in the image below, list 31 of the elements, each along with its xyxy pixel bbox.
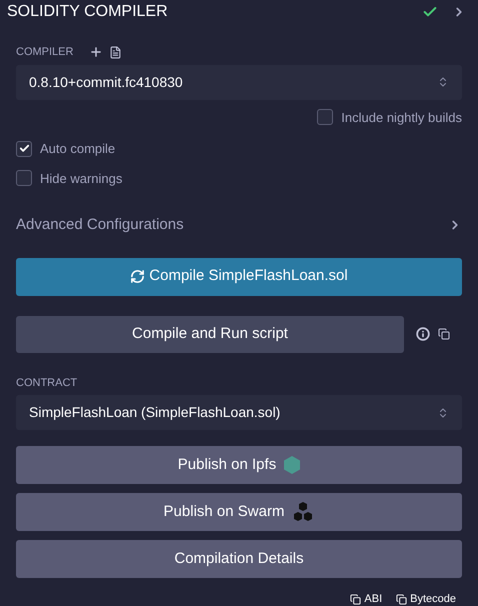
publish-button[interactable]: Compilation Details [16, 540, 462, 578]
copy-icon [350, 594, 362, 605]
publish-button[interactable]: Publish on Swarm [16, 493, 462, 531]
checkbox[interactable] [317, 109, 334, 126]
document-icon[interactable] [109, 46, 122, 59]
panel-title: SOLIDITY COMPILER [7, 2, 169, 22]
contract-select[interactable]: SimpleFlashLoan (SimpleFlashLoan.sol) [16, 395, 462, 430]
compiler-select[interactable]: 0.8.10+commit.fc410830 [16, 64, 462, 100]
copy-link[interactable]: Bytecode [396, 591, 456, 606]
checked-checkbox[interactable] [16, 140, 32, 157]
info-icon[interactable] [416, 327, 430, 341]
publish-button[interactable]: Publish on Ipfs [16, 446, 462, 484]
compile-button[interactable]: Compile SimpleFlashLoan.sol [16, 258, 462, 296]
section-label: CONTRACT [16, 376, 78, 390]
check-icon [18, 143, 30, 154]
advanced-configurations-toggle[interactable]: Advanced Configurations [16, 214, 462, 236]
section-label: COMPILER [16, 45, 74, 60]
hexagon-icon [284, 456, 300, 474]
copy-icon[interactable] [438, 328, 450, 340]
select-arrows-icon [437, 76, 449, 88]
checkbox-label: Auto compile [40, 140, 116, 158]
refresh-icon [130, 269, 146, 284]
plus-icon[interactable] [89, 45, 104, 60]
compile-and-run-button[interactable]: Compile and Run script [16, 316, 404, 352]
hexagons-icon [292, 501, 314, 523]
select-arrows-icon [437, 406, 449, 418]
copy-link[interactable]: ABI [350, 591, 382, 606]
checkbox-label: Hide warnings [40, 170, 122, 188]
checkbox-label: Include nightly builds [341, 108, 462, 127]
copy-icon [396, 594, 408, 605]
checkbox[interactable] [16, 170, 32, 186]
